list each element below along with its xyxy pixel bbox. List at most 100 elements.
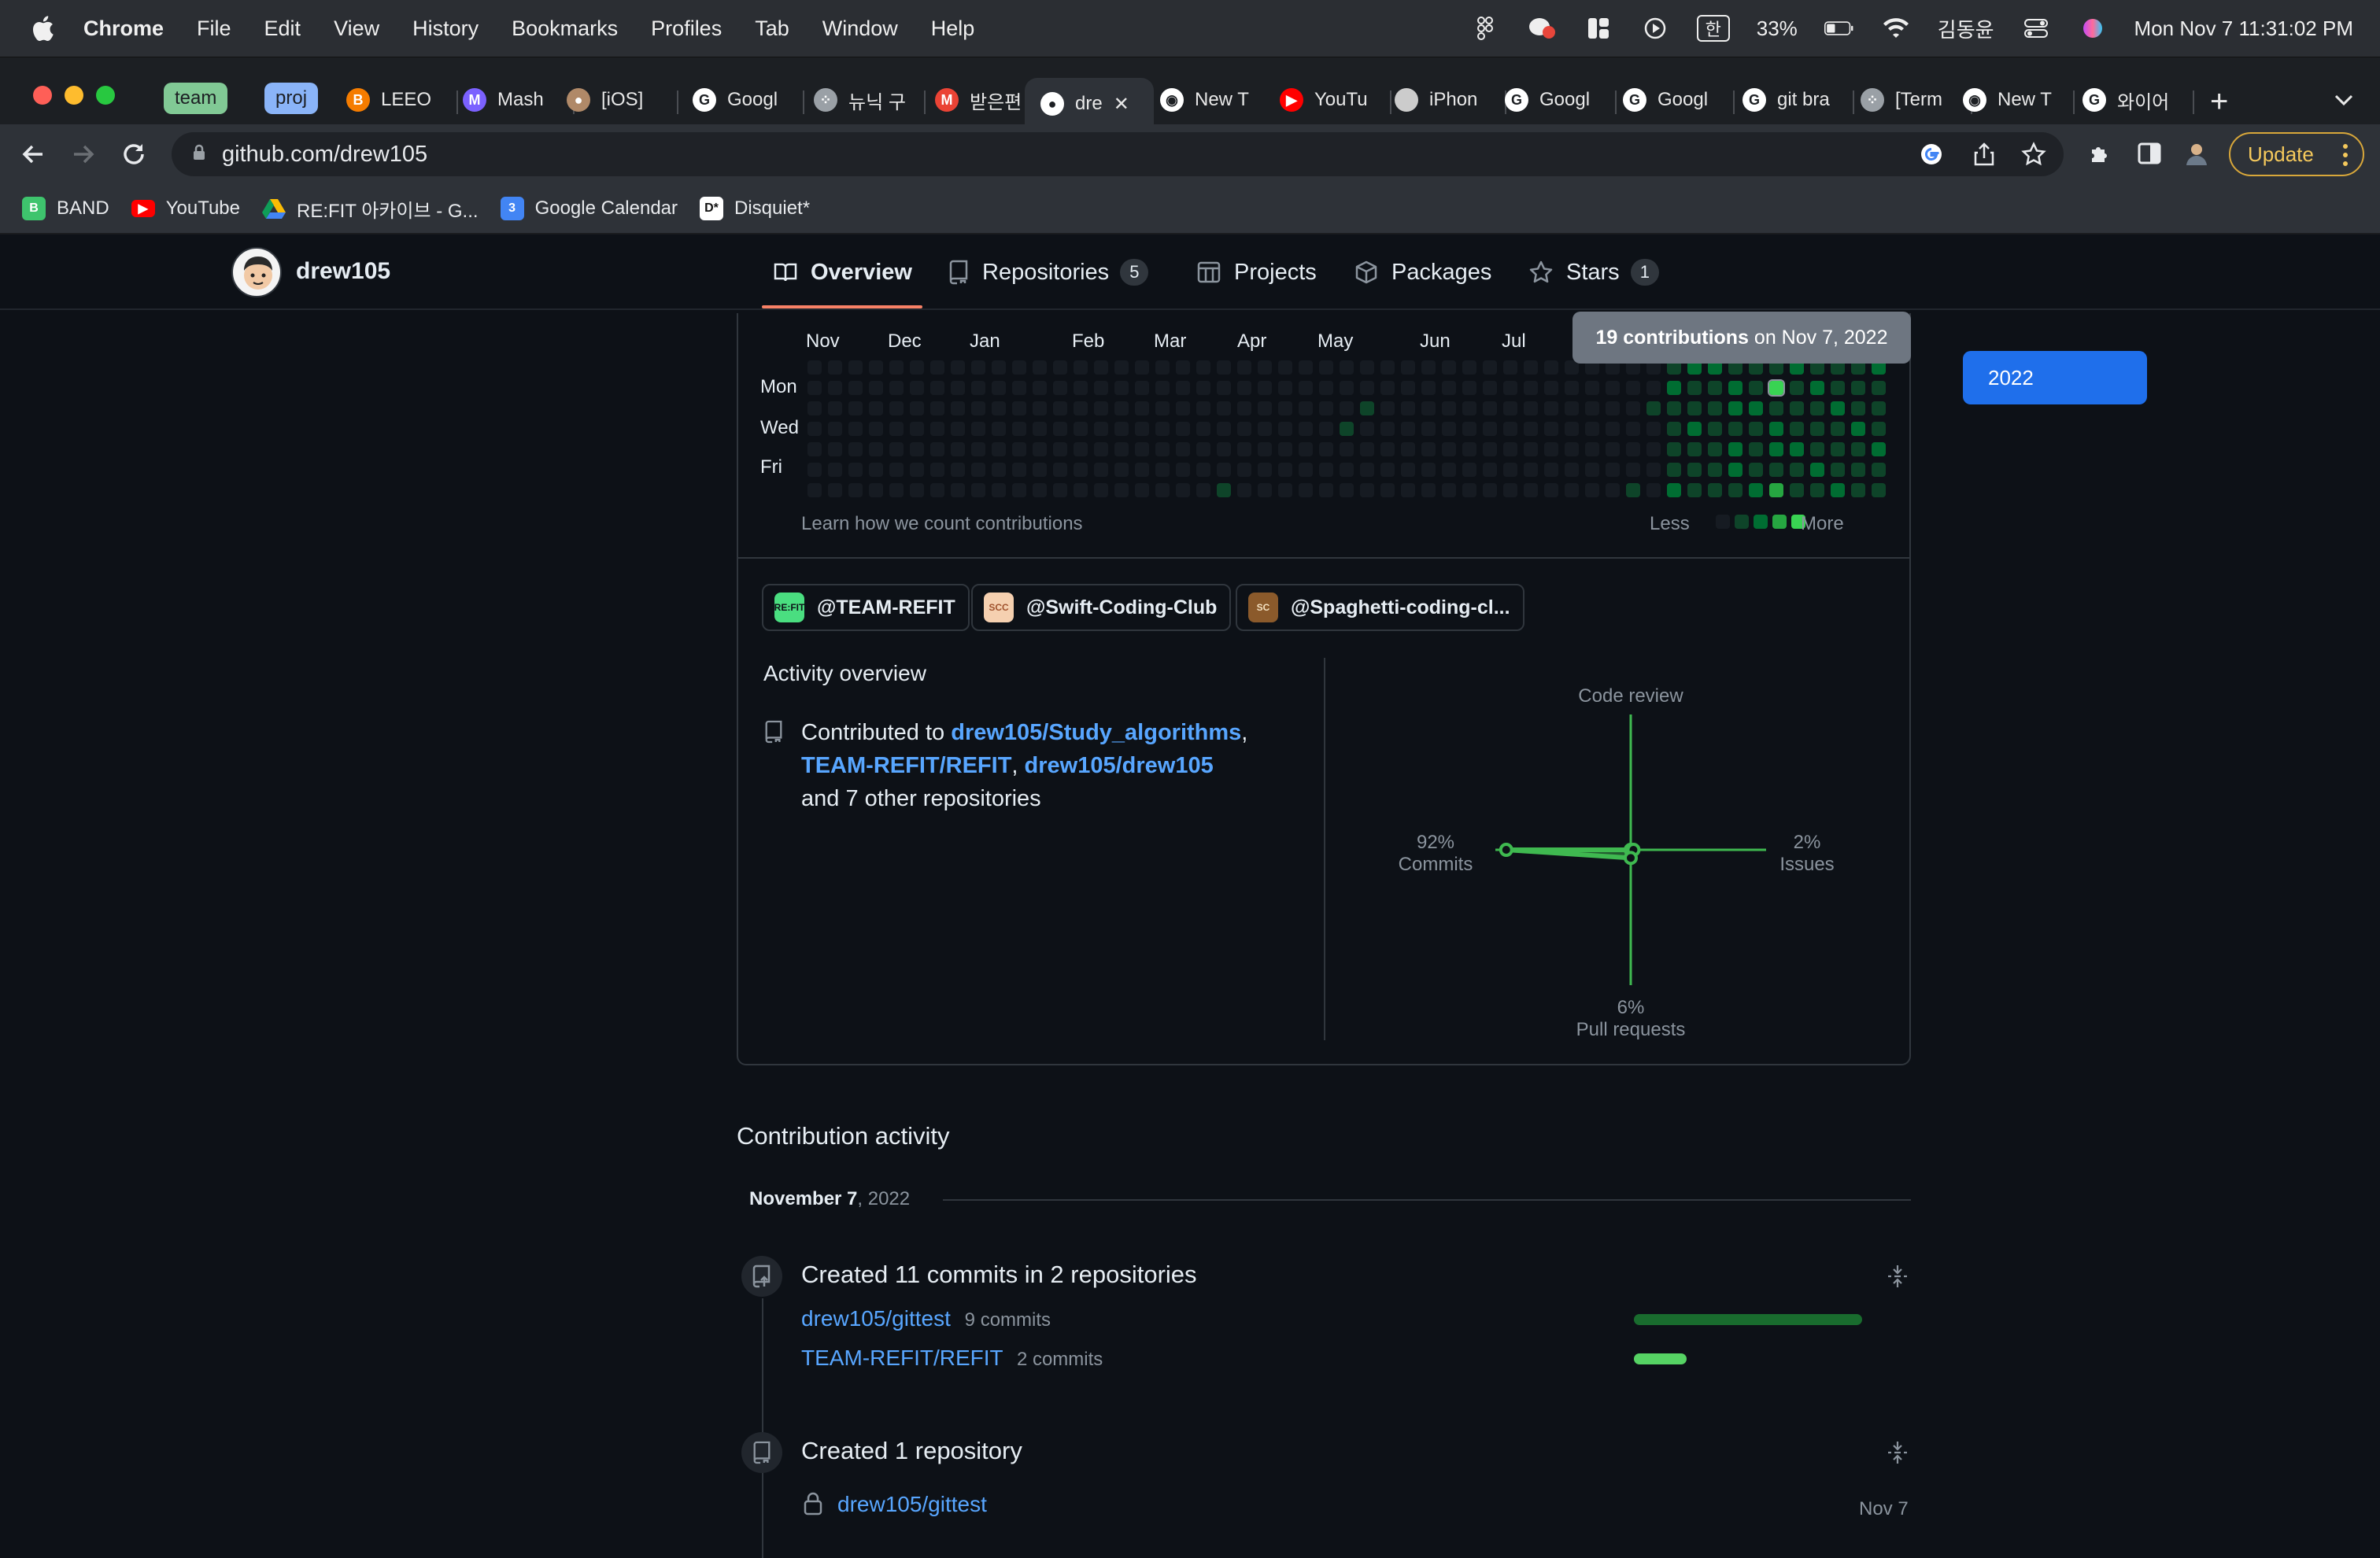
browser-tab[interactable]: G Googl: [1505, 79, 1599, 120]
browser-tab[interactable]: Ggit bra: [1743, 79, 1837, 120]
contribution-day[interactable]: [1053, 360, 1067, 375]
back-icon[interactable]: [19, 140, 47, 172]
contribution-day[interactable]: [1483, 442, 1497, 456]
browser-tab[interactable]: ⁘ [Term: [1861, 79, 1955, 120]
contribution-day[interactable]: [1196, 360, 1210, 375]
contribution-day[interactable]: [1565, 422, 1579, 436]
contribution-day[interactable]: [1565, 381, 1579, 395]
minimize-window-button[interactable]: [65, 86, 83, 105]
contribution-day[interactable]: [1380, 483, 1395, 497]
contribution-day[interactable]: [971, 483, 985, 497]
contribution-day[interactable]: [1544, 381, 1558, 395]
contribution-day[interactable]: [1851, 442, 1865, 456]
contribution-day[interactable]: [1176, 463, 1190, 477]
contribution-day[interactable]: [889, 401, 904, 415]
contribution-day[interactable]: [1442, 463, 1456, 477]
contribution-day[interactable]: [1176, 401, 1190, 415]
contribution-day[interactable]: [1012, 463, 1026, 477]
menu-history[interactable]: History: [412, 17, 479, 41]
contribution-day[interactable]: [1544, 360, 1558, 375]
contribution-day[interactable]: [951, 442, 965, 456]
contribution-day[interactable]: [951, 360, 965, 375]
contribution-day[interactable]: [869, 360, 883, 375]
contribution-day[interactable]: [889, 422, 904, 436]
contribution-day[interactable]: [1646, 442, 1661, 456]
menu-edit[interactable]: Edit: [264, 17, 301, 41]
contribution-day[interactable]: [1401, 463, 1415, 477]
contribution-day[interactable]: [1114, 483, 1129, 497]
browser-tab[interactable]: ● dre ✕: [1025, 78, 1154, 130]
contribution-day[interactable]: [828, 463, 842, 477]
commit-repo-link[interactable]: drew105/gittest: [801, 1306, 951, 1331]
contribution-day[interactable]: [1687, 381, 1702, 395]
contribution-day[interactable]: [1728, 442, 1743, 456]
contribution-day[interactable]: [1278, 483, 1292, 497]
contribution-day[interactable]: [889, 360, 904, 375]
share-icon[interactable]: [1972, 142, 1996, 173]
contribution-day[interactable]: [1196, 442, 1210, 456]
profile-username[interactable]: drew105: [296, 258, 390, 285]
contribution-day[interactable]: [1340, 442, 1354, 456]
contribution-day[interactable]: [1606, 483, 1620, 497]
contribution-day[interactable]: [1094, 483, 1108, 497]
contribution-day[interactable]: [971, 442, 985, 456]
tab-group-team[interactable]: team: [164, 83, 228, 114]
contribution-day[interactable]: [1135, 381, 1149, 395]
contribution-day[interactable]: [1360, 422, 1374, 436]
contribution-day[interactable]: [1012, 483, 1026, 497]
contribution-day[interactable]: [1401, 483, 1415, 497]
contribution-day[interactable]: [808, 360, 822, 375]
contribution-day[interactable]: [1012, 401, 1026, 415]
contribution-day[interactable]: [848, 360, 863, 375]
contribution-day[interactable]: [1524, 381, 1538, 395]
contribution-day[interactable]: [1646, 381, 1661, 395]
contribution-day[interactable]: [1033, 360, 1047, 375]
contribution-day[interactable]: [869, 381, 883, 395]
lock-icon[interactable]: [192, 142, 206, 168]
contribution-day[interactable]: [1380, 381, 1395, 395]
contribution-day[interactable]: [1299, 401, 1313, 415]
contribution-day[interactable]: [808, 483, 822, 497]
contribution-day[interactable]: [1155, 442, 1170, 456]
contribution-day[interactable]: [910, 463, 924, 477]
forward-icon[interactable]: [69, 140, 98, 172]
contribution-day[interactable]: [910, 360, 924, 375]
org-chip-spaghetti-coding-club[interactable]: SC @Spaghetti-coding-cl...: [1236, 584, 1524, 631]
contribution-day[interactable]: [1012, 422, 1026, 436]
contribution-day[interactable]: [1728, 463, 1743, 477]
contribution-day[interactable]: [1176, 360, 1190, 375]
contribution-day[interactable]: [1176, 442, 1190, 456]
contribution-day[interactable]: [1749, 422, 1763, 436]
contribution-day[interactable]: [1094, 401, 1108, 415]
contribution-day[interactable]: [1646, 463, 1661, 477]
contribution-day[interactable]: [1155, 483, 1170, 497]
contribution-day[interactable]: [1667, 483, 1681, 497]
contribution-day[interactable]: [1626, 483, 1640, 497]
contribution-day[interactable]: [992, 422, 1006, 436]
figma-icon[interactable]: [1470, 17, 1500, 40]
contribution-day[interactable]: [1074, 483, 1088, 497]
contribution-day[interactable]: [1442, 483, 1456, 497]
browser-tab[interactable]: ◉ New T: [1963, 79, 2057, 120]
contribution-day[interactable]: [1769, 422, 1783, 436]
contribution-day[interactable]: [1442, 360, 1456, 375]
contribution-day[interactable]: [1258, 401, 1272, 415]
contribution-day[interactable]: [869, 401, 883, 415]
contribution-day[interactable]: [930, 483, 944, 497]
contribution-day[interactable]: [1401, 442, 1415, 456]
contribution-day[interactable]: [1299, 442, 1313, 456]
contribution-day[interactable]: [951, 422, 965, 436]
contribution-day[interactable]: [1012, 381, 1026, 395]
browser-tab[interactable]: M Mash: [463, 79, 557, 120]
apple-menu-icon[interactable]: [28, 14, 57, 42]
contribution-day[interactable]: [1790, 483, 1804, 497]
contribution-day[interactable]: [1810, 483, 1824, 497]
contribution-day[interactable]: [1851, 422, 1865, 436]
contribution-day[interactable]: [1810, 401, 1824, 415]
contribution-day[interactable]: [889, 483, 904, 497]
contribution-day[interactable]: [1483, 401, 1497, 415]
menu-profiles[interactable]: Profiles: [651, 17, 722, 41]
contribution-day[interactable]: [1114, 381, 1129, 395]
contribution-day[interactable]: [1646, 422, 1661, 436]
contribution-day[interactable]: [1544, 401, 1558, 415]
